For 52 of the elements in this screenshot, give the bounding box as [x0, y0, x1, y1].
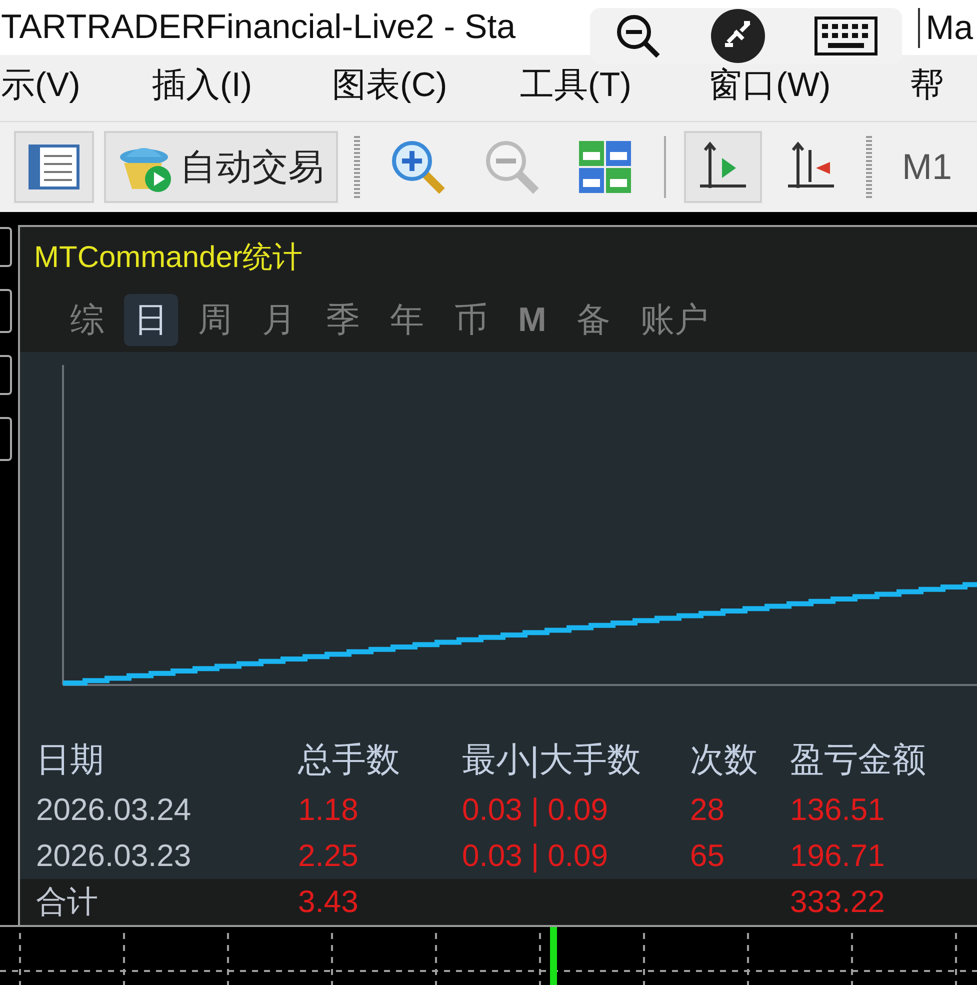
zoom-out-icon[interactable]: [614, 12, 662, 60]
tab[interactable]: 年: [380, 294, 434, 346]
timeframe-button[interactable]: M1: [888, 131, 966, 203]
list-icon: [28, 144, 80, 190]
table-cell-text: 196.71: [790, 836, 886, 875]
tab[interactable]: 账户: [630, 294, 718, 346]
tab[interactable]: 币: [444, 294, 498, 346]
autotrade-button[interactable]: 自动交易: [104, 131, 338, 203]
table-cell-text: 0.03 | 0.09: [462, 836, 609, 875]
zoom-out-icon: [484, 139, 540, 195]
window-title: Ma: [918, 8, 977, 48]
panel-title: MTCommander统计: [34, 240, 302, 276]
tab[interactable]: 月: [252, 294, 306, 346]
table-cell-text: 136.51: [790, 790, 886, 829]
table-cell-text: 2026.03.24: [36, 790, 192, 829]
menu-item[interactable]: 帮: [910, 60, 944, 111]
total-cell-text: 3.43: [298, 882, 360, 921]
panel-tab[interactable]: [0, 227, 12, 267]
column-header: 盈亏金额: [790, 740, 927, 782]
zoom-in-icon: [390, 139, 446, 195]
panel-tab[interactable]: [0, 417, 12, 461]
table-cell-text: 28: [690, 790, 726, 829]
total-cell-text: 333.22: [790, 882, 886, 921]
tab[interactable]: 周: [188, 294, 242, 346]
menu-item[interactable]: 图表(C): [332, 60, 448, 111]
table-cell-text: 1.18: [298, 790, 360, 829]
tab[interactable]: 综: [60, 294, 114, 346]
window-title: TARTRADERFinancial-Live2 - Sta: [1, 7, 516, 48]
panel-tab[interactable]: [0, 289, 12, 333]
table-cell-text: 2.25: [298, 836, 360, 875]
column-header: 日期: [36, 740, 105, 782]
table-cell-text: 0.03 | 0.09: [462, 790, 609, 829]
panel-tab[interactable]: [0, 355, 12, 395]
tab[interactable]: 季: [316, 294, 370, 346]
tab[interactable]: 备: [566, 294, 620, 346]
menu-item[interactable]: 示(V): [1, 60, 80, 111]
total-cell-text: 合计: [36, 882, 99, 921]
tab[interactable]: M: [508, 294, 556, 346]
keyboard-icon[interactable]: [814, 16, 878, 56]
remote-connection-icon[interactable]: [710, 9, 765, 63]
column-header: 最小|大手数: [462, 740, 642, 782]
tiles-icon: [578, 140, 632, 194]
tab[interactable]: 日: [124, 294, 178, 346]
toolbar-button[interactable]: [14, 131, 94, 203]
column-header: 次数: [690, 740, 759, 782]
menu-item[interactable]: 工具(T): [520, 60, 632, 111]
table-cell-text: 2026.03.23: [36, 836, 192, 875]
menu-item[interactable]: 窗口(W): [708, 60, 831, 111]
column-header: 总手数: [298, 740, 401, 782]
menu-item[interactable]: 插入(I): [152, 60, 252, 111]
toolbar-button[interactable]: [684, 131, 762, 203]
table-cell-text: 65: [690, 836, 726, 875]
